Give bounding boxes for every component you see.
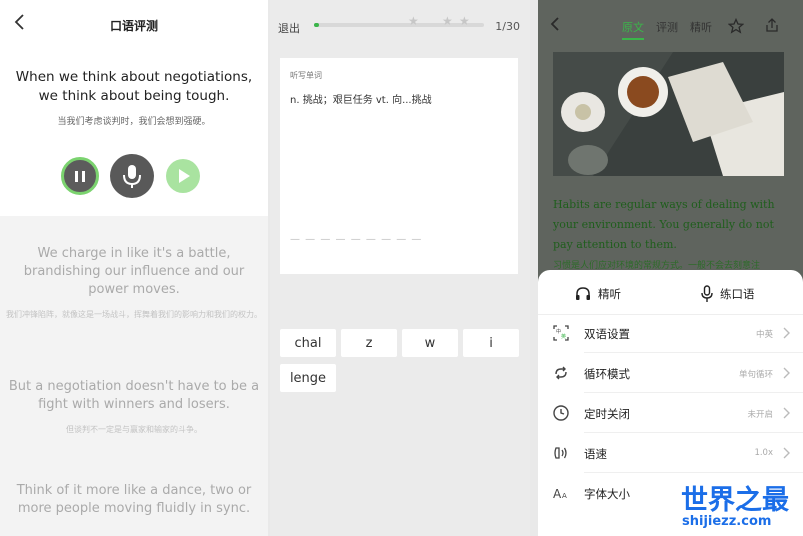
header-bar: 口语评测 [0,0,268,44]
setting-value: 1.0x [754,448,773,458]
chevron-right-icon [783,407,790,419]
headphones-icon [576,287,590,300]
watermark-url: shijiezz.com [682,514,772,529]
star-icon: ★ [459,14,470,28]
tab-intensive-listening[interactable]: 精听 [690,19,712,35]
microphone-icon [701,285,713,302]
setting-sleep-timer[interactable]: 定时关闭 未开启 [538,393,803,433]
chevron-right-icon [783,327,790,339]
setting-label: 双语设置 [584,327,630,341]
play-recording-button[interactable] [166,159,200,193]
card-label: 听写单词 [290,71,322,80]
sentence-en: We charge in like it's a battle, brandis… [23,246,245,297]
speaking-eval-panel: 口语评测 When we think about negotiations, w… [0,0,268,536]
font-size-icon: A A [553,487,567,501]
back-arrow-icon[interactable] [548,16,564,32]
current-sentence-cn: 当我们考虑谈判时，我们会想到强硬。 [57,117,211,127]
dictation-card: 听写单词 n. 挑战；艰巨任务 vt. 向...挑战 — — — — — — —… [280,58,518,274]
svg-text:A: A [553,487,562,501]
play-icon [179,169,190,183]
setting-value: 单句循环 [738,370,773,380]
page-title: 口语评测 [109,19,158,33]
star-outline-icon[interactable] [728,18,744,34]
article-cover-image [553,52,784,176]
svg-text:A: A [562,492,567,500]
article-panel: 原文 评测 精听 Habits are regular ways of deal… [538,0,803,536]
mode-label: 精听 [598,287,621,301]
letter-key[interactable]: z [341,329,397,357]
speed-icon [554,447,567,459]
mode-practice-speaking[interactable]: 练口语 [700,285,755,303]
star-icon: ★ [442,14,453,28]
setting-label: 定时关闭 [584,407,630,421]
pause-button[interactable] [61,157,99,195]
tab-original[interactable]: 原文 [622,19,644,40]
chevron-right-icon [783,447,790,459]
tab-evaluation[interactable]: 评测 [656,19,678,35]
star-icon: ★ [408,14,419,28]
setting-label: 循环模式 [584,367,630,381]
article-header: 原文 评测 精听 [538,0,803,48]
share-icon[interactable] [764,17,780,33]
progress-count: 1/30 [495,20,520,33]
bilingual-icon: 中 英 [553,325,569,341]
letter-key[interactable]: i [463,329,519,357]
sentence-en: Think of it more like a dance, two or mo… [16,483,252,516]
letter-key[interactable]: lenge [280,364,336,392]
sentence-item[interactable]: We charge in like it's a battle, brandis… [6,245,262,321]
setting-value: 中英 [755,330,773,340]
setting-playback-speed[interactable]: 语速 1.0x [538,433,803,473]
site-watermark: 世界之最 shijiezz.com [679,478,803,536]
sentence-item[interactable]: Think of it more like a dance, two or mo… [6,482,262,518]
pause-icon [75,171,78,182]
pause-icon-bar [82,171,85,182]
progress-fill [314,23,320,27]
setting-label: 字体大小 [584,487,630,501]
mode-intensive-listening[interactable]: 精听 [574,285,621,303]
loop-icon [555,366,567,380]
letter-key[interactable]: chal [280,329,336,357]
setting-label: 语速 [584,447,607,461]
word-definition: n. 挑战；艰巨任务 vt. 向...挑战 [290,95,432,106]
setting-value: 未开启 [747,410,773,420]
sentence-item[interactable]: But a negotiation doesn't have to be a f… [6,378,262,436]
svg-text:英: 英 [561,333,566,340]
current-sentence-en: When we think about negotiations, we thi… [15,69,253,104]
article-text-en: Habits are regular ways of dealing with … [553,198,775,251]
setting-bilingual[interactable]: 中 英 双语设置 中英 [538,313,803,353]
sentence-en: But a negotiation doesn't have to be a f… [8,379,260,412]
dictation-panel: 退出 ★ ★ ★ 1/30 听写单词 n. 挑战；艰巨任务 vt. 向...挑战… [270,0,530,536]
sentence-cn: 但谈判不一定是与赢家和输家的斗争。 [66,425,202,434]
watermark-logo-text: 世界之最 [681,485,789,516]
microphone-icon [123,165,141,188]
clock-icon [553,405,569,421]
current-sentence-card: When we think about negotiations, we thi… [0,44,268,216]
chevron-right-icon [783,367,790,379]
setting-loop-mode[interactable]: 循环模式 单句循环 [538,353,803,393]
letter-key[interactable]: w [402,329,458,357]
answer-blanks: — — — — — — — — — [290,234,423,245]
record-button[interactable] [110,154,154,198]
mode-label: 练口语 [720,287,755,301]
exit-button[interactable]: 退出 [278,20,300,36]
sentence-cn: 我们冲锋陷阵，就像这是一场战斗，挥舞着我们的影响力和我们的权力。 [6,310,262,319]
quiz-top-bar: 退出 ★ ★ ★ 1/30 [270,0,530,48]
